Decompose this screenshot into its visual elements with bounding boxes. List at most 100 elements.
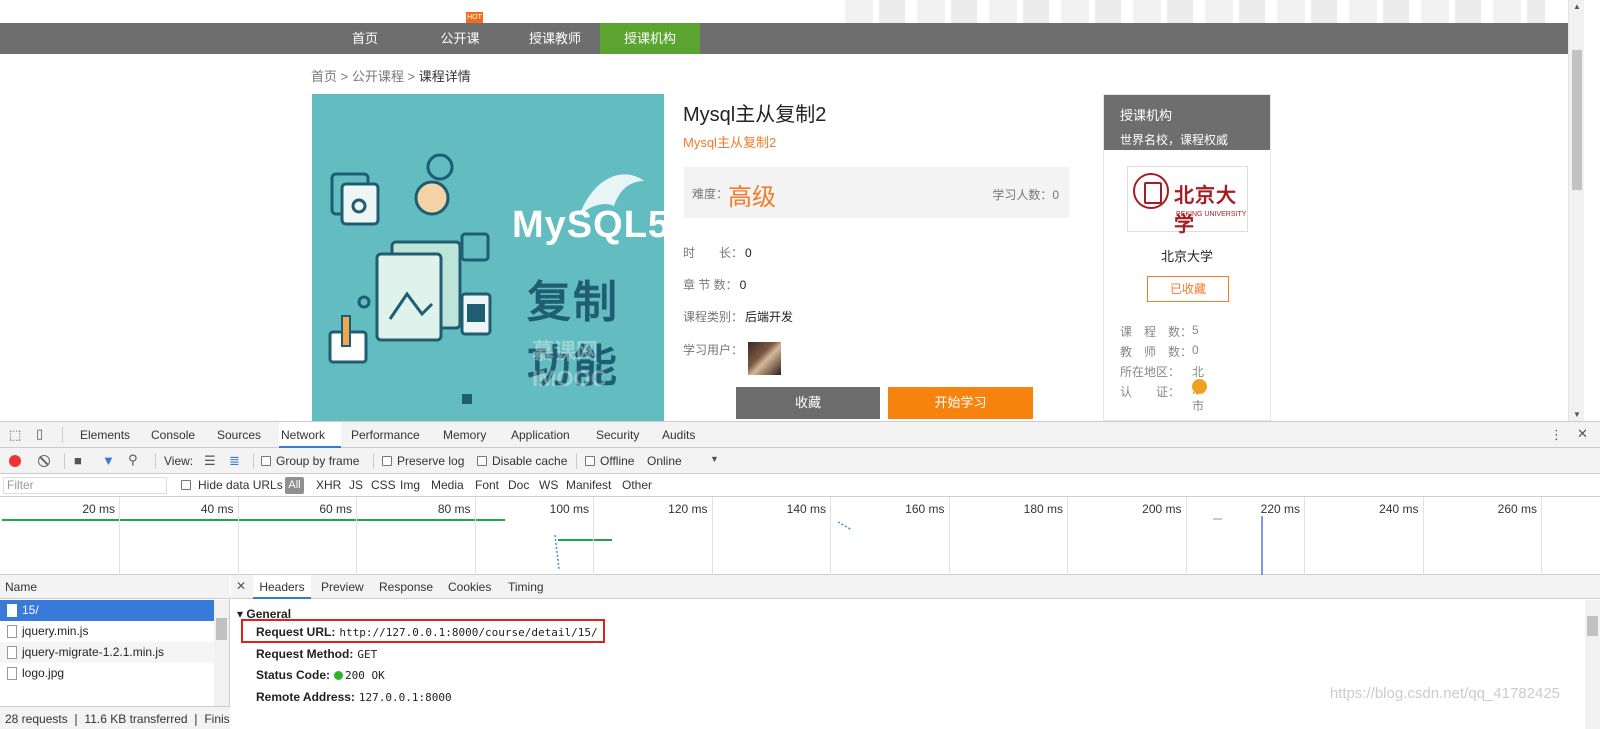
request-row[interactable]: jquery.min.js	[0, 621, 214, 642]
document-icon	[7, 604, 17, 617]
type-filter-doc[interactable]: Doc	[508, 474, 529, 497]
type-filter-all[interactable]: All	[285, 477, 304, 494]
tab-performance[interactable]: Performance	[349, 422, 422, 448]
scroll-up-arrow-icon[interactable]: ▲	[1573, 2, 1581, 11]
organization-card-header: 授课机构 世界名校，课程权威	[1104, 95, 1270, 150]
tab-elements[interactable]: Elements	[78, 422, 132, 448]
type-filter-js[interactable]: JS	[349, 474, 363, 497]
details-scrollbar-thumb[interactable]	[1587, 616, 1598, 636]
category-row: 课程类别： 后端开发	[683, 308, 793, 325]
tab-memory[interactable]: Memory	[441, 422, 488, 448]
header-key: Remote Address:	[256, 690, 355, 704]
nav-teachers[interactable]: 授课教师	[520, 23, 590, 54]
header-skyline-decoration	[845, 0, 1545, 23]
large-rows-icon[interactable]: ☰	[204, 453, 216, 469]
timeline-gridline	[593, 497, 594, 575]
tab-headers[interactable]: Headers	[253, 575, 311, 599]
tab-sources[interactable]: Sources	[215, 422, 263, 448]
details-scrollbar[interactable]	[1585, 600, 1600, 729]
request-list-scrollbar-thumb[interactable]	[216, 618, 227, 640]
tab-timing[interactable]: Timing	[508, 575, 544, 599]
type-filter-manifest[interactable]: Manifest	[566, 474, 611, 497]
breadcrumb-home[interactable]: 首页	[311, 69, 337, 84]
tab-audits[interactable]: Audits	[660, 422, 697, 448]
filter-funnel-icon[interactable]: ▼	[102, 453, 115, 468]
offline-checkbox[interactable]	[585, 456, 595, 466]
stat-label: 教 师 数：	[1120, 345, 1193, 359]
type-filter-other[interactable]: Other	[622, 474, 652, 497]
course-title: Mysql主从复制2	[683, 104, 827, 126]
university-seal-icon	[1133, 173, 1169, 209]
preserve-log-checkbox[interactable]	[382, 456, 392, 466]
nav-open-courses[interactable]: 公开课	[430, 23, 490, 54]
tab-network[interactable]: Network	[279, 422, 341, 448]
timeline-tick-label: 20 ms	[82, 502, 115, 516]
more-options-icon[interactable]: ⋮	[1550, 427, 1563, 443]
type-filter-css[interactable]: CSS	[371, 474, 396, 497]
request-row[interactable]: 15/	[0, 600, 214, 621]
inspect-element-icon[interactable]: ⬚	[9, 427, 21, 443]
request-method-row: Request Method: GET	[256, 647, 377, 661]
logo-chinese-name: 北京大学	[1174, 185, 1237, 236]
group-by-frame-checkbox[interactable]	[261, 456, 271, 466]
duration-value: 0	[745, 246, 752, 260]
clear-icon[interactable]	[38, 455, 50, 467]
request-name: 15/	[22, 603, 39, 617]
type-filter-media[interactable]: Media	[431, 474, 464, 497]
stat-label: 认 证：	[1120, 385, 1181, 399]
favorited-button[interactable]: 已收藏	[1147, 276, 1229, 302]
document-icon	[7, 646, 17, 659]
device-toolbar-icon[interactable]: ▯	[36, 426, 43, 442]
start-learning-button[interactable]: 开始学习	[888, 387, 1033, 419]
type-filter-ws[interactable]: WS	[539, 474, 558, 497]
request-name: jquery-migrate-1.2.1.min.js	[22, 645, 165, 659]
request-row[interactable]: logo.jpg	[0, 663, 214, 684]
type-filter-font[interactable]: Font	[475, 474, 499, 497]
screenshot-camera-icon[interactable]: ■	[74, 453, 82, 468]
tab-response[interactable]: Response	[379, 575, 433, 599]
chevron-down-icon[interactable]: ▼	[710, 454, 719, 464]
type-filter-xhr[interactable]: XHR	[316, 474, 341, 497]
timeline-gridline	[474, 497, 476, 575]
close-details-icon[interactable]: ✕	[236, 579, 246, 593]
request-list-scrollbar[interactable]	[214, 600, 229, 706]
network-toolbar: ■ ▼ ⚲ View: ☰ ≣ Group by frame Preserve …	[0, 448, 1600, 474]
blog-watermark: https://blog.csdn.net/qq_41782425	[1329, 685, 1560, 702]
divider	[373, 453, 374, 469]
timeline-gridline	[711, 497, 713, 575]
search-icon[interactable]: ⚲	[128, 452, 138, 468]
timeline-tick-label: 220 ms	[1260, 502, 1300, 516]
breadcrumb-separator: >	[340, 69, 349, 84]
waterfall-overview-icon[interactable]: ≣	[229, 453, 240, 469]
divider	[64, 453, 65, 469]
user-avatar[interactable]	[748, 342, 781, 375]
banner-product-name: MySQL5.7	[512, 204, 664, 246]
request-row[interactable]: jquery-migrate-1.2.1.min.js	[0, 642, 214, 663]
tab-security[interactable]: Security	[594, 422, 641, 448]
tab-application[interactable]: Application	[509, 422, 572, 448]
organization-name[interactable]: 北京大学	[1104, 246, 1270, 265]
nav-organizations[interactable]: 授课机构	[600, 23, 700, 54]
collect-button[interactable]: 收藏	[736, 387, 880, 419]
name-column-header[interactable]: Name	[0, 575, 230, 599]
university-logo[interactable]: 北京大学 PEKING UNIVERSITY	[1127, 166, 1248, 236]
tab-preview[interactable]: Preview	[321, 575, 364, 599]
close-devtools-icon[interactable]: ✕	[1577, 426, 1588, 442]
breadcrumb-open-courses[interactable]: 公开课程	[352, 69, 404, 84]
type-filter-img[interactable]: Img	[400, 474, 420, 497]
record-icon[interactable]	[9, 455, 21, 467]
page-scrollbar-thumb[interactable]	[1572, 50, 1582, 190]
filter-input[interactable]: Filter	[3, 477, 167, 494]
hide-data-urls-checkbox[interactable]	[181, 480, 191, 490]
page-scrollbar[interactable]: ▲ ▼	[1568, 0, 1584, 421]
network-overview-timeline[interactable]: 20 ms 40 ms 60 ms 80 ms 100 ms 120 ms 140 ms 16…	[0, 497, 1600, 575]
tab-console[interactable]: Console	[149, 422, 197, 448]
throttling-select[interactable]: Online	[647, 448, 682, 474]
timeline-tick-label: 180 ms	[1023, 502, 1063, 516]
tab-cookies[interactable]: Cookies	[448, 575, 491, 599]
hide-data-urls-label: Hide data URLs	[198, 478, 283, 492]
nav-home[interactable]: 首页	[340, 23, 390, 54]
timeline-gridline	[1541, 497, 1542, 575]
scroll-down-arrow-icon[interactable]: ▼	[1573, 410, 1581, 419]
disable-cache-checkbox[interactable]	[477, 456, 487, 466]
